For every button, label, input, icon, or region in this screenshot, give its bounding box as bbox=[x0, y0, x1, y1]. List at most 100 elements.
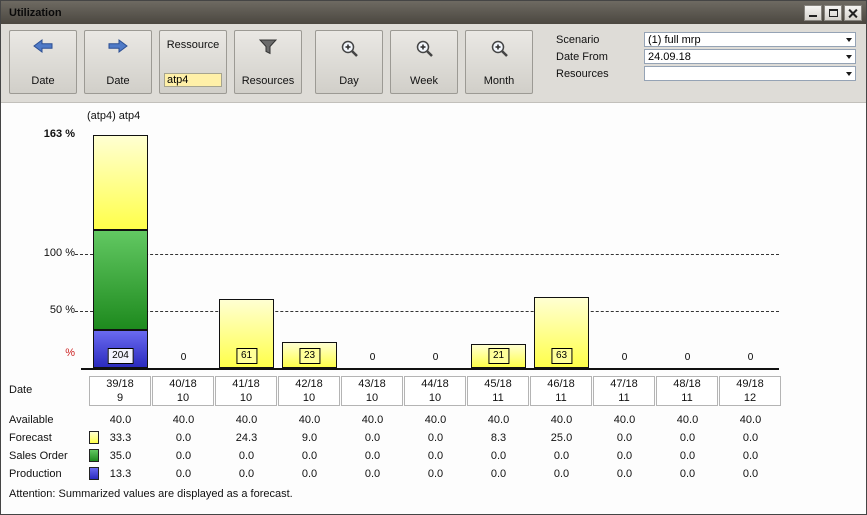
button-label: Resources bbox=[242, 75, 295, 87]
chevron-down-icon[interactable] bbox=[846, 55, 852, 59]
date-month-label: 10 bbox=[153, 392, 213, 404]
date-week-label: 43/18 bbox=[342, 378, 402, 390]
date-cell: 47/18 11 bbox=[593, 376, 655, 406]
button-label: Day bbox=[339, 75, 359, 87]
arrow-left-icon bbox=[32, 39, 54, 53]
window-controls bbox=[804, 5, 862, 21]
table-cell-sales_order: 0.0 bbox=[656, 449, 719, 463]
maximize-button[interactable] bbox=[824, 5, 842, 21]
row-label-available: Available bbox=[9, 413, 53, 427]
table-cell-sales_order: 0.0 bbox=[593, 449, 656, 463]
zoom-month-button[interactable]: Month bbox=[465, 30, 533, 94]
date-week-label: 48/18 bbox=[657, 378, 717, 390]
date-week-label: 45/18 bbox=[468, 378, 528, 390]
table-cell-production: 0.0 bbox=[404, 467, 467, 481]
table-cell-sales_order: 0.0 bbox=[152, 449, 215, 463]
date-week-label: 46/18 bbox=[531, 378, 591, 390]
scenario-row: Scenario (1) full mrp bbox=[556, 32, 856, 47]
resources-row: Resources bbox=[556, 66, 856, 81]
close-button[interactable] bbox=[844, 5, 862, 21]
scenario-select[interactable]: (1) full mrp bbox=[644, 32, 856, 47]
table-cell-forecast: 9.0 bbox=[278, 431, 341, 445]
zoom-in-icon bbox=[340, 39, 359, 58]
date-month-label: 10 bbox=[216, 392, 276, 404]
table-cell-production: 0.0 bbox=[152, 467, 215, 481]
table-cell-production: 0.0 bbox=[215, 467, 278, 481]
table-cell-available: 40.0 bbox=[719, 413, 782, 427]
chevron-down-icon[interactable] bbox=[846, 72, 852, 76]
next-date-button[interactable]: Date bbox=[84, 30, 152, 94]
date-from-select[interactable]: 24.09.18 bbox=[644, 49, 856, 64]
minimize-button[interactable] bbox=[804, 5, 822, 21]
chevron-down-icon[interactable] bbox=[846, 38, 852, 42]
table-cell-forecast: 25.0 bbox=[530, 431, 593, 445]
zoom-day-button[interactable]: Day bbox=[315, 30, 383, 94]
date-month-label: 11 bbox=[468, 392, 528, 404]
arrow-right-icon bbox=[107, 39, 129, 53]
close-icon bbox=[848, 8, 858, 18]
table-cell-available: 40.0 bbox=[278, 413, 341, 427]
table-cell-forecast: 0.0 bbox=[593, 431, 656, 445]
row-label-production: Production bbox=[9, 467, 62, 481]
resource-button[interactable]: Ressource bbox=[159, 30, 227, 94]
table-cell-available: 40.0 bbox=[404, 413, 467, 427]
button-label: Date bbox=[106, 75, 129, 87]
utilization-window: Utilization Date Date Ressource Resource… bbox=[0, 0, 867, 515]
date-week-label: 47/18 bbox=[594, 378, 654, 390]
date-month-label: 12 bbox=[720, 392, 780, 404]
table-cell-sales_order: 0.0 bbox=[278, 449, 341, 463]
table-cell-production: 0.0 bbox=[467, 467, 530, 481]
table-cell-available: 40.0 bbox=[656, 413, 719, 427]
date-month-label: 11 bbox=[531, 392, 591, 404]
previous-date-button[interactable]: Date bbox=[9, 30, 77, 94]
window-title: Utilization bbox=[5, 7, 62, 19]
date-week-label: 42/18 bbox=[279, 378, 339, 390]
table-cell-forecast: 0.0 bbox=[719, 431, 782, 445]
row-label-forecast: Forecast bbox=[9, 431, 52, 445]
table-cell-sales_order: 0.0 bbox=[719, 449, 782, 463]
button-label: Month bbox=[484, 75, 515, 87]
table-cell-production: 0.0 bbox=[341, 467, 404, 481]
table-cell-sales_order: 0.0 bbox=[467, 449, 530, 463]
table-cell-available: 40.0 bbox=[593, 413, 656, 427]
date-cell: 44/1810 bbox=[404, 376, 466, 406]
zoom-in-icon bbox=[415, 39, 434, 58]
date-month-label: 11 bbox=[594, 392, 654, 404]
table-cell-forecast: 0.0 bbox=[656, 431, 719, 445]
minimize-icon bbox=[809, 15, 817, 17]
resources-filter-button[interactable]: Resources bbox=[234, 30, 302, 94]
titlebar[interactable]: Utilization bbox=[1, 1, 866, 24]
date-month-label: 9 bbox=[90, 392, 150, 404]
table-cell-available: 40.0 bbox=[89, 413, 152, 427]
date-cell: 43/1810 bbox=[341, 376, 403, 406]
toolbar: Date Date Ressource Resources Day Week M… bbox=[1, 24, 866, 103]
date-from-label: Date From bbox=[556, 51, 644, 63]
table-cell-production: 0.0 bbox=[719, 467, 782, 481]
resource-input[interactable] bbox=[164, 73, 222, 87]
date-month-label: 10 bbox=[405, 392, 465, 404]
date-cell: 49/1812 bbox=[719, 376, 781, 406]
zoom-week-button[interactable]: Week bbox=[390, 30, 458, 94]
scenario-label: Scenario bbox=[556, 34, 644, 46]
date-from-row: Date From 24.09.18 bbox=[556, 49, 856, 64]
table-cell-forecast: 33.3 bbox=[89, 431, 152, 445]
table-cell-available: 40.0 bbox=[341, 413, 404, 427]
filter-icon bbox=[259, 39, 277, 55]
table-cell-sales_order: 35.0 bbox=[89, 449, 152, 463]
button-label: Date bbox=[31, 75, 54, 87]
table-cell-production: 13.3 bbox=[89, 467, 152, 481]
resources-select[interactable] bbox=[644, 66, 856, 81]
table-cell-forecast: 24.3 bbox=[215, 431, 278, 445]
attention-note: Attention: Summarized values are display… bbox=[9, 488, 293, 500]
table-cell-available: 40.0 bbox=[215, 413, 278, 427]
date-month-label: 11 bbox=[657, 392, 717, 404]
table-cell-forecast: 0.0 bbox=[404, 431, 467, 445]
date-cell: 41/18 10 bbox=[215, 376, 277, 406]
table-cell-available: 40.0 bbox=[467, 413, 530, 427]
resources-label: Resources bbox=[556, 68, 644, 80]
maximize-icon bbox=[829, 9, 838, 17]
capacity-table: Date39/18940/181041/181042/181043/181044… bbox=[1, 103, 866, 514]
date-week-label: 39/18 bbox=[90, 378, 150, 390]
date-week-label: 41/18 bbox=[216, 378, 276, 390]
table-cell-production: 0.0 bbox=[593, 467, 656, 481]
